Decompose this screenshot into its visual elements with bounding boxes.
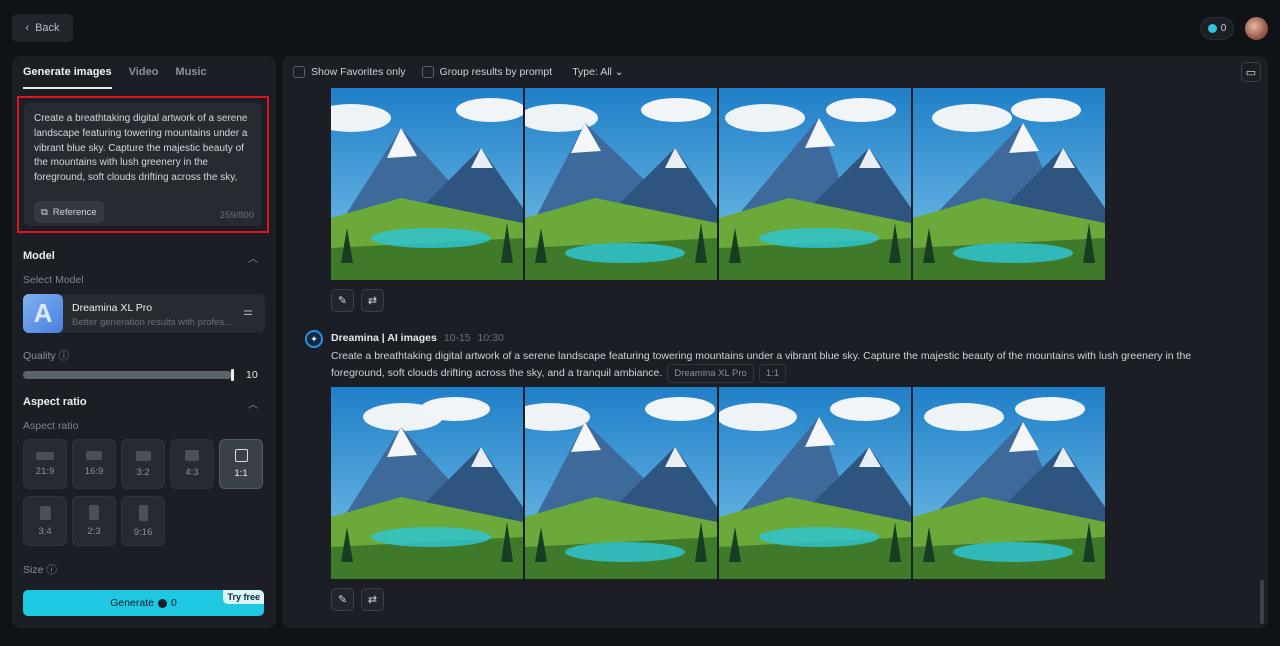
generated-image[interactable] xyxy=(719,88,911,280)
settings-sliders-icon[interactable]: ⚌ xyxy=(243,305,253,318)
aspect-option-4-3[interactable]: 4:3 xyxy=(170,439,214,489)
aspect-option-9-16[interactable]: 9:16 xyxy=(121,496,165,546)
result-prompt: Create a breathtaking digital artwork of… xyxy=(331,349,1231,383)
slider-handle[interactable] xyxy=(231,369,234,381)
aspect-option-3-4[interactable]: 3:4 xyxy=(23,496,67,546)
aspect-option-2-3[interactable]: 2:3 xyxy=(72,496,116,546)
info-icon: ⓘ xyxy=(46,564,57,576)
avatar[interactable] xyxy=(1245,17,1268,40)
ratio-tag: 1:1 xyxy=(758,364,787,383)
aspect-label: Aspect ratio xyxy=(23,420,79,432)
image-add-icon: ⧉ xyxy=(41,206,48,218)
prompt-highlight: Create a breathtaking digital artwork of… xyxy=(17,96,269,233)
back-button[interactable]: ‹ Back xyxy=(12,14,73,42)
chevron-left-icon: ‹ xyxy=(25,22,30,34)
ratio-shape-icon xyxy=(138,504,148,521)
group-checkbox[interactable] xyxy=(421,66,434,78)
char-count: 259/800 xyxy=(219,210,254,221)
sidebar: Generate images Video Music Create a bre… xyxy=(12,56,276,628)
prompt-input[interactable]: Create a breathtaking digital artwork of… xyxy=(24,103,262,226)
scrollbar[interactable] xyxy=(1260,580,1264,624)
info-icon: ⓘ xyxy=(58,350,70,362)
model-logo: A xyxy=(23,294,63,333)
generate-button[interactable]: Generate 0 Try free xyxy=(23,590,264,616)
type-dropdown[interactable]: Type: All ⌄ xyxy=(572,66,623,78)
aspect-option-3-2[interactable]: 3:2 xyxy=(121,439,165,489)
folder-icon[interactable]: ▭ xyxy=(1241,62,1261,82)
ratio-shape-icon xyxy=(36,451,54,460)
reference-button[interactable]: ⧉ Reference xyxy=(34,201,104,223)
edit-icon[interactable]: ✎ xyxy=(331,588,354,611)
aspect-option-21-9[interactable]: 21:9 xyxy=(23,439,67,489)
result-author: Dreamina | AI images xyxy=(331,332,437,344)
ratio-shape-icon xyxy=(234,449,248,462)
generated-image[interactable] xyxy=(913,88,1105,280)
quality-value: 10 xyxy=(246,369,258,381)
credit-icon xyxy=(1207,24,1217,33)
generated-image[interactable] xyxy=(331,88,523,280)
model-heading: Model xyxy=(23,250,55,262)
model-selector[interactable]: A Dreamina XL Pro Better generation resu… xyxy=(23,294,265,333)
quality-label: Quality ⓘ xyxy=(23,350,70,362)
tab-video[interactable]: Video xyxy=(129,66,159,89)
chevron-up-icon[interactable]: ︿ xyxy=(248,396,258,411)
quality-slider[interactable] xyxy=(23,369,234,381)
model-tag: Dreamina XL Pro xyxy=(667,364,754,383)
credits-badge[interactable]: 0 xyxy=(1200,17,1234,40)
edit-icon[interactable]: ✎ xyxy=(331,289,354,312)
select-model-label: Select Model xyxy=(23,274,84,286)
ratio-shape-icon xyxy=(39,505,51,520)
ratio-shape-icon xyxy=(135,450,151,461)
ratio-shape-icon xyxy=(86,451,102,460)
ratio-shape-icon xyxy=(185,450,199,461)
aspect-option-1-1[interactable]: 1:1 xyxy=(219,439,263,489)
aspect-heading: Aspect ratio xyxy=(23,396,87,408)
favorites-checkbox[interactable] xyxy=(293,66,305,78)
generated-image[interactable] xyxy=(331,387,523,579)
size-label: Size ⓘ xyxy=(23,564,57,576)
dreamina-logo-icon: ✦ xyxy=(305,330,323,348)
regenerate-icon[interactable]: ⇄ xyxy=(361,289,384,312)
credit-icon xyxy=(157,598,167,608)
aspect-option-16-9[interactable]: 16:9 xyxy=(72,439,116,489)
tab-generate-images[interactable]: Generate images xyxy=(23,66,112,89)
chevron-up-icon[interactable]: ︿ xyxy=(248,250,258,265)
results-panel: Show Favorites only Group results by pro… xyxy=(282,56,1268,628)
generated-image[interactable] xyxy=(525,387,717,579)
tab-music[interactable]: Music xyxy=(175,66,206,89)
generated-image[interactable] xyxy=(913,387,1105,579)
try-free-badge: Try free xyxy=(223,590,264,604)
generated-image[interactable] xyxy=(719,387,911,579)
model-name: Dreamina XL Pro xyxy=(72,302,153,314)
generated-image[interactable] xyxy=(525,88,717,280)
model-description: Better generation results with profes... xyxy=(72,317,232,328)
ratio-shape-icon xyxy=(89,505,99,520)
regenerate-icon[interactable]: ⇄ xyxy=(361,588,384,611)
